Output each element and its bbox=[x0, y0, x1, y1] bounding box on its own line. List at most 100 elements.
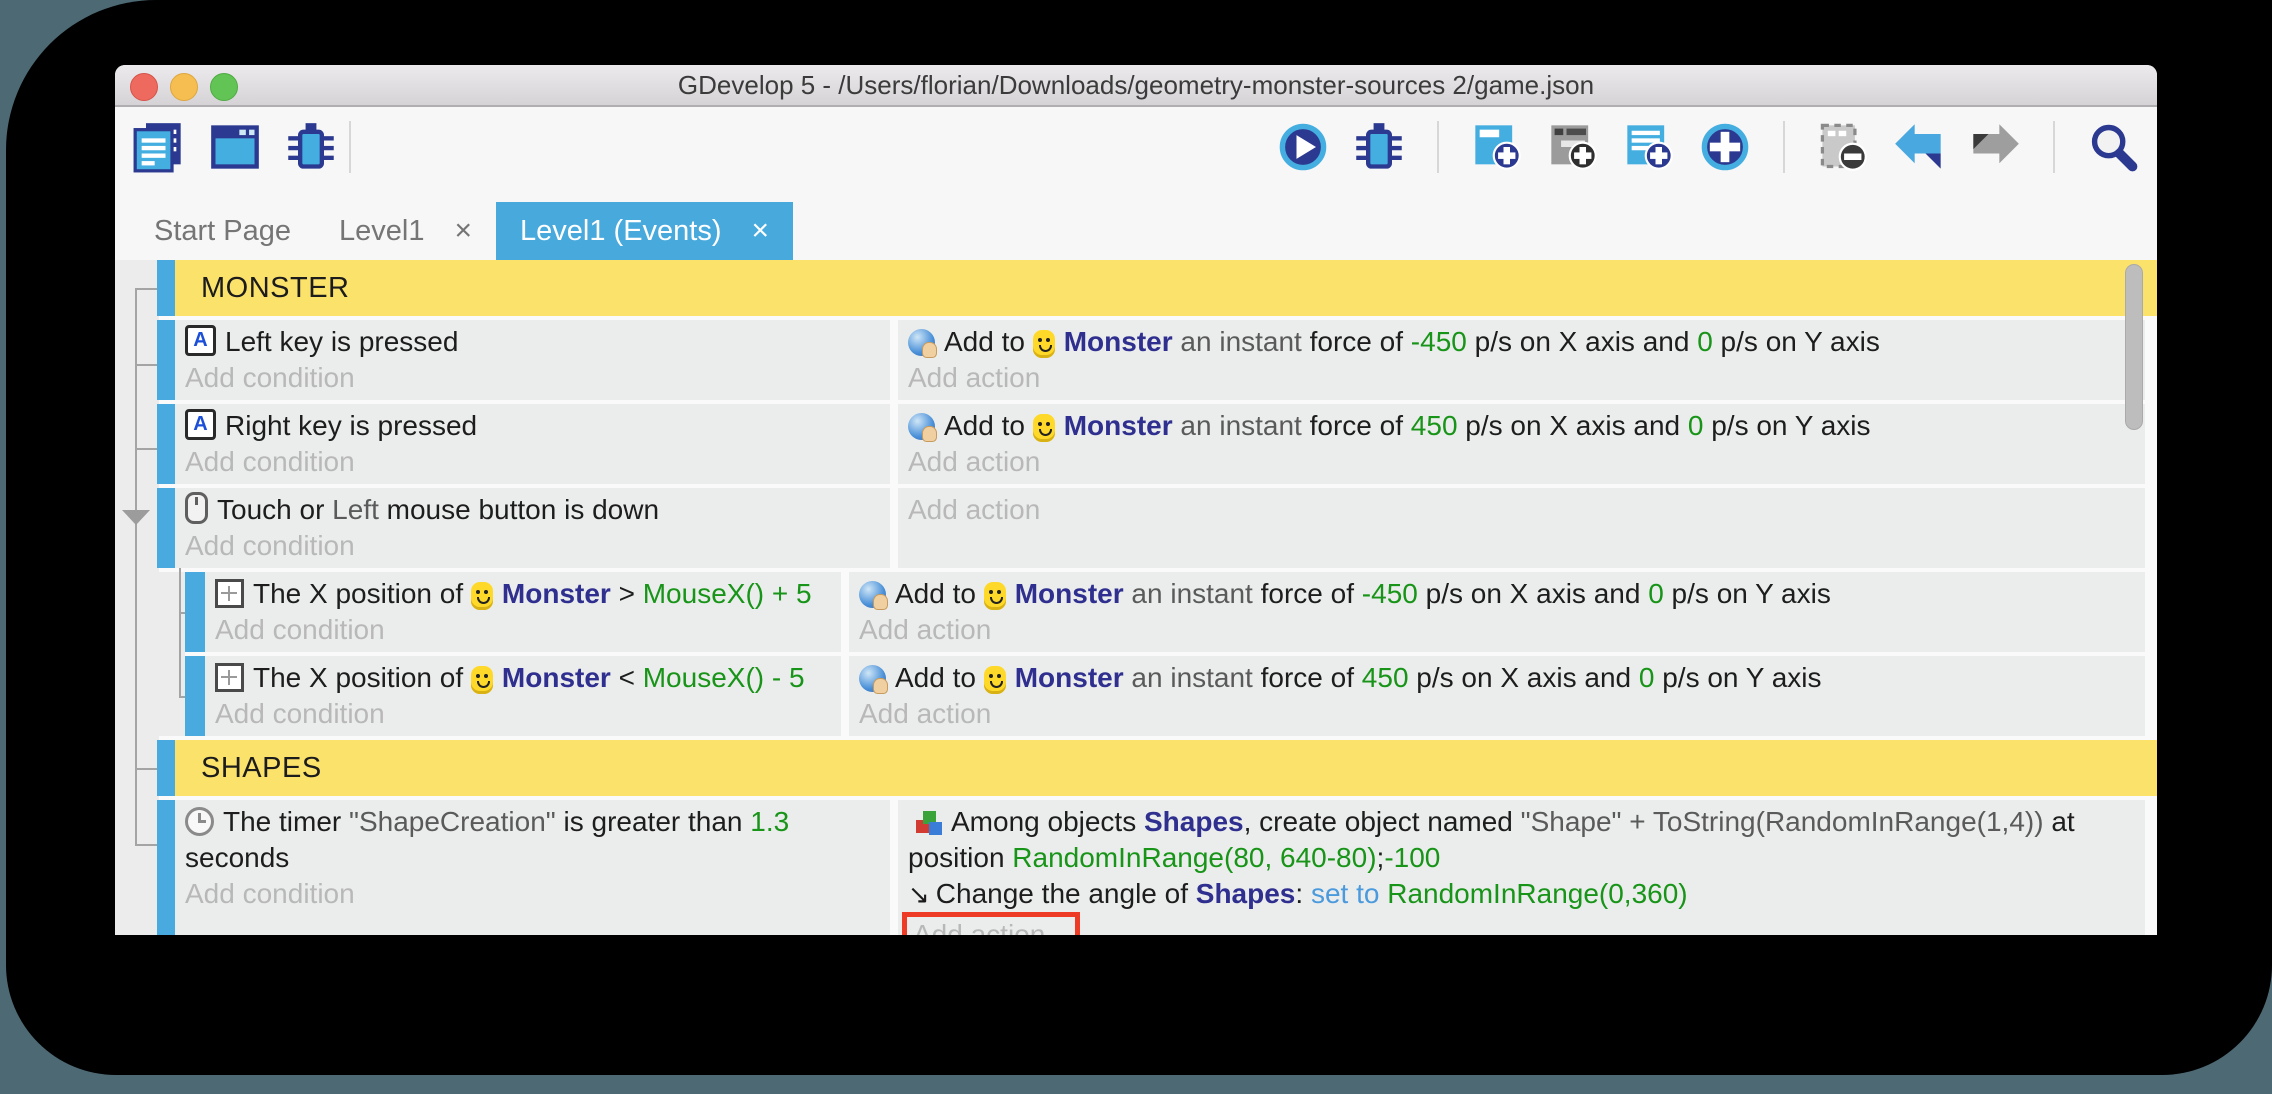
search-icon bbox=[2087, 121, 2139, 173]
event-row[interactable]: Touch or Left mouse button is downAdd co… bbox=[115, 488, 2145, 568]
force-icon bbox=[908, 413, 935, 440]
text-segment: -450 bbox=[1362, 578, 1418, 609]
action-text[interactable]: Among objects Shapes, create object name… bbox=[898, 804, 2145, 840]
add-event-button[interactable] bbox=[1469, 119, 1525, 175]
add-action-label[interactable]: Add action bbox=[908, 446, 1040, 477]
action-text[interactable]: position RandomInRange(80, 640-80);-100 bbox=[898, 840, 2145, 876]
monster-icon bbox=[1033, 330, 1055, 358]
force-icon bbox=[908, 329, 935, 356]
condition-text[interactable]: The timer "ShapeCreation" is greater tha… bbox=[175, 804, 890, 840]
add-condition-button[interactable]: Add condition bbox=[175, 360, 890, 396]
add-action-label[interactable]: Add action bbox=[908, 362, 1040, 393]
conditions-cell[interactable]: Right key is pressedAdd condition bbox=[175, 404, 890, 484]
actions-cell[interactable]: Add to Monster an instant force of 450 p… bbox=[849, 656, 2145, 736]
add-action-button[interactable]: Add action bbox=[849, 612, 2145, 648]
add-action-button[interactable]: Add action bbox=[898, 360, 2145, 396]
close-tab-icon[interactable]: × bbox=[752, 216, 770, 246]
launch-preview-button[interactable] bbox=[1275, 119, 1331, 175]
text-segment: Add to bbox=[895, 578, 984, 609]
conditions-cell[interactable]: The X position of Monster < MouseX() - 5… bbox=[205, 656, 841, 736]
debug-preview-button[interactable] bbox=[1351, 119, 1407, 175]
tab-label: Level1 bbox=[339, 215, 424, 248]
add-action-label[interactable]: Add action bbox=[908, 494, 1040, 525]
group-header[interactable]: SHAPES bbox=[175, 740, 2157, 796]
project-manager-button[interactable] bbox=[131, 119, 187, 175]
tab-level1-events[interactable]: Level1 (Events) × bbox=[496, 202, 793, 260]
group-header[interactable]: MONSTER bbox=[175, 260, 2157, 316]
text-segment: key is pressed bbox=[272, 326, 459, 357]
monster-icon bbox=[1033, 414, 1055, 442]
add-condition-button[interactable]: Add condition bbox=[205, 696, 841, 732]
events-sheet: MONSTERLeft key is pressedAdd conditionA… bbox=[115, 260, 2157, 935]
text-segment: force of bbox=[1261, 662, 1362, 693]
add-sub-event-button[interactable] bbox=[1545, 119, 1601, 175]
actions-cell[interactable]: Add to Monster an instant force of -450 … bbox=[849, 572, 2145, 652]
condition-text[interactable]: Touch or Left mouse button is down bbox=[175, 492, 890, 528]
close-window-button[interactable] bbox=[130, 73, 158, 101]
add-action-button[interactable]: Add action bbox=[898, 912, 2145, 935]
actions-cell[interactable]: Add to Monster an instant force of -450 … bbox=[898, 320, 2145, 400]
zoom-window-button[interactable] bbox=[210, 73, 238, 101]
tab-level1[interactable]: Level1 × bbox=[315, 202, 496, 260]
tab-label: Start Page bbox=[154, 215, 291, 248]
titlebar[interactable]: GDevelop 5 - /Users/florian/Downloads/ge… bbox=[115, 65, 2157, 107]
add-action-button[interactable]: Add action bbox=[898, 492, 2145, 528]
text-segment: 1.3 bbox=[750, 806, 789, 837]
close-tab-icon[interactable]: × bbox=[455, 216, 473, 246]
group-row[interactable]: SHAPES bbox=[115, 740, 2145, 796]
tab-start-page[interactable]: Start Page bbox=[130, 202, 315, 260]
add-action-highlighted[interactable]: Add action bbox=[902, 912, 1080, 935]
monster-icon bbox=[984, 582, 1006, 610]
actions-cell[interactable]: Among objects Shapes, create object name… bbox=[898, 800, 2145, 935]
actions-cell[interactable]: Add to Monster an instant force of 450 p… bbox=[898, 404, 2145, 484]
text-segment: Add to bbox=[895, 662, 984, 693]
debugger-button[interactable] bbox=[283, 119, 339, 175]
event-row[interactable]: The X position of Monster < MouseX() - 5… bbox=[115, 656, 2145, 736]
add-action-button[interactable]: Add action bbox=[849, 696, 2145, 732]
text-segment: set to bbox=[1311, 878, 1379, 909]
actions-cell[interactable]: Add action bbox=[898, 488, 2145, 568]
conditions-cell[interactable]: The timer "ShapeCreation" is greater tha… bbox=[175, 800, 890, 935]
search-button[interactable] bbox=[2085, 119, 2141, 175]
add-action-button[interactable]: Add action bbox=[898, 444, 2145, 480]
add-action-label[interactable]: Add action bbox=[859, 614, 991, 645]
action-text[interactable]: Add to Monster an instant force of 450 p… bbox=[898, 408, 2145, 444]
bug-icon bbox=[1353, 121, 1405, 173]
text-segment: an instant bbox=[1173, 326, 1310, 357]
redo-button[interactable] bbox=[1967, 119, 2023, 175]
action-text[interactable]: Add to Monster an instant force of -450 … bbox=[849, 576, 2145, 612]
vertical-scrollbar[interactable] bbox=[2125, 264, 2143, 430]
event-row[interactable]: Left key is pressedAdd conditionAdd to M… bbox=[115, 320, 2145, 400]
conditions-cell[interactable]: The X position of Monster > MouseX() + 5… bbox=[205, 572, 841, 652]
add-other-event-button[interactable] bbox=[1697, 119, 1753, 175]
conditions-cell[interactable]: Left key is pressedAdd condition bbox=[175, 320, 890, 400]
minimize-window-button[interactable] bbox=[170, 73, 198, 101]
group-row[interactable]: MONSTER bbox=[115, 260, 2145, 316]
action-text[interactable]: ↘Change the angle of Shapes: set to Rand… bbox=[898, 876, 2145, 912]
text-segment: Monster bbox=[1064, 410, 1173, 441]
scene-window-icon bbox=[209, 121, 261, 173]
conditions-cell[interactable]: Touch or Left mouse button is downAdd co… bbox=[175, 488, 890, 568]
event-row[interactable]: The timer "ShapeCreation" is greater tha… bbox=[115, 800, 2145, 935]
event-row[interactable]: Right key is pressedAdd conditionAdd to … bbox=[115, 404, 2145, 484]
action-text[interactable]: Add to Monster an instant force of 450 p… bbox=[849, 660, 2145, 696]
add-comment-button[interactable] bbox=[1621, 119, 1677, 175]
undo-button[interactable] bbox=[1891, 119, 1947, 175]
event-row[interactable]: The X position of Monster > MouseX() + 5… bbox=[115, 572, 2145, 652]
add-condition-button[interactable]: Add condition bbox=[175, 528, 890, 564]
delete-selection-button[interactable] bbox=[1815, 119, 1871, 175]
add-condition-button[interactable]: Add condition bbox=[175, 876, 890, 912]
add-action-label[interactable]: Add action bbox=[859, 698, 991, 729]
action-text[interactable]: Add to Monster an instant force of -450 … bbox=[898, 324, 2145, 360]
event-color-bar bbox=[185, 572, 205, 652]
add-condition-button[interactable]: Add condition bbox=[205, 612, 841, 648]
condition-text[interactable]: Left key is pressed bbox=[175, 324, 890, 360]
condition-text[interactable]: The X position of Monster < MouseX() - 5 bbox=[205, 660, 841, 696]
text-segment: mouse button is down bbox=[379, 494, 659, 525]
condition-text[interactable]: Right key is pressed bbox=[175, 408, 890, 444]
condition-text[interactable]: The X position of Monster > MouseX() + 5 bbox=[205, 576, 841, 612]
condition-text[interactable]: seconds bbox=[175, 840, 890, 876]
scene-editor-button[interactable] bbox=[207, 119, 263, 175]
add-condition-button[interactable]: Add condition bbox=[175, 444, 890, 480]
text-segment: p/s on Y axis bbox=[1703, 410, 1870, 441]
